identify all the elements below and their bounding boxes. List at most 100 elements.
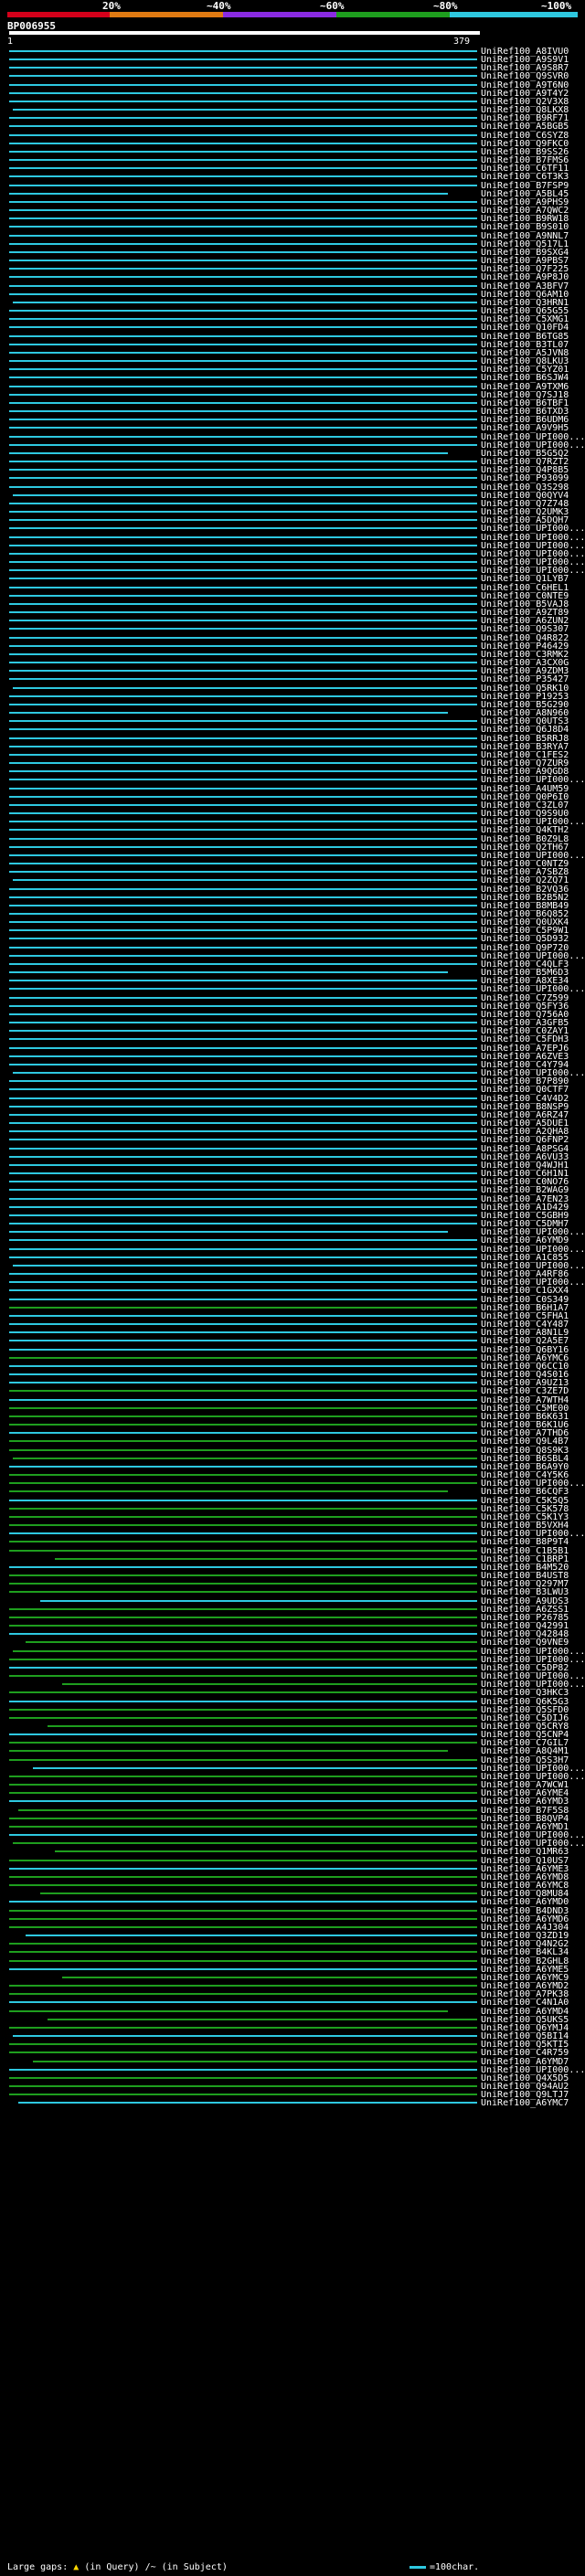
hit-bar[interactable] — [9, 1507, 477, 1510]
hit-bar[interactable] — [9, 1909, 477, 1912]
hit-bar[interactable] — [9, 343, 477, 345]
hit-bar[interactable] — [9, 1298, 477, 1300]
hit-bar[interactable] — [9, 284, 477, 287]
hit-bar[interactable] — [9, 1004, 477, 1007]
hit-bar[interactable] — [9, 602, 477, 605]
hit-bar[interactable] — [9, 1223, 477, 1225]
hit-bar[interactable] — [9, 1959, 477, 1962]
hit-bar[interactable] — [9, 1817, 477, 1819]
hit-bar[interactable] — [9, 451, 448, 454]
hit-bar[interactable] — [9, 803, 477, 806]
hit-bar[interactable] — [9, 1155, 477, 1158]
hit-bar[interactable] — [62, 1976, 477, 1978]
hit-bar[interactable] — [9, 1784, 477, 1786]
hit-bar[interactable] — [9, 929, 477, 932]
hit-bar[interactable] — [9, 1867, 477, 1870]
hit-bar[interactable] — [9, 1758, 477, 1761]
hit-bar[interactable] — [9, 1398, 477, 1401]
hit-bar[interactable] — [9, 1281, 477, 1284]
hit-bar[interactable] — [9, 519, 477, 522]
hit-bar[interactable] — [9, 2068, 477, 2071]
hit-bar[interactable] — [9, 209, 477, 212]
hit-bar[interactable] — [9, 678, 477, 681]
hit-bar[interactable] — [9, 837, 477, 840]
hit-bar[interactable] — [9, 1030, 477, 1033]
hit-bar[interactable] — [9, 226, 477, 228]
hit-bar[interactable] — [9, 644, 477, 647]
hit-bar[interactable] — [9, 360, 477, 363]
hit-bar[interactable] — [9, 1012, 477, 1015]
hit-bar[interactable] — [9, 376, 477, 379]
hit-bar[interactable] — [9, 2085, 477, 2088]
hit-bar[interactable] — [9, 1197, 477, 1200]
hit-bar[interactable] — [9, 2026, 477, 2029]
hit-bar[interactable] — [9, 502, 477, 504]
hit-bar[interactable] — [9, 443, 477, 446]
hit-bar[interactable] — [9, 1549, 477, 1552]
hit-bar[interactable] — [9, 1825, 477, 1828]
hit-bar[interactable] — [9, 1247, 477, 1250]
hit-bar[interactable] — [9, 912, 477, 915]
hit-bar[interactable] — [9, 1256, 477, 1258]
hit-bar[interactable] — [9, 260, 477, 262]
hit-bar[interactable] — [9, 477, 477, 480]
hit-bar[interactable] — [9, 276, 477, 279]
hit-bar[interactable] — [9, 1063, 477, 1065]
hit-bar[interactable] — [13, 301, 477, 303]
hit-bar[interactable] — [9, 628, 477, 631]
hit-bar[interactable] — [9, 1231, 448, 1234]
hit-bar[interactable] — [9, 552, 477, 555]
hit-bar[interactable] — [9, 1607, 477, 1610]
hit-bar[interactable] — [9, 1792, 477, 1795]
hit-bar[interactable] — [9, 1097, 477, 1099]
hit-bar[interactable] — [9, 1490, 448, 1493]
hit-bar[interactable] — [26, 1641, 477, 1644]
hit-bar[interactable] — [9, 938, 477, 940]
hit-bar[interactable] — [9, 1364, 477, 1367]
hit-bar[interactable] — [9, 250, 477, 253]
hit-bar[interactable] — [13, 686, 477, 689]
hit-bar[interactable] — [9, 535, 477, 538]
hit-bar[interactable] — [9, 1616, 477, 1618]
hit-bar[interactable] — [33, 2060, 477, 2062]
hit-bar[interactable] — [9, 427, 477, 429]
hit-bar[interactable] — [9, 569, 477, 572]
hit-label[interactable]: UniRef100_A6YMC7 — [481, 2099, 569, 2108]
hit-bar[interactable] — [9, 393, 477, 396]
hit-bar[interactable] — [9, 1901, 477, 1903]
hit-bar[interactable] — [13, 2035, 477, 2038]
hit-bar[interactable] — [9, 1130, 477, 1133]
hit-bar[interactable] — [9, 1742, 477, 1744]
hit-bar[interactable] — [9, 1239, 477, 1242]
hit-bar[interactable] — [9, 461, 477, 463]
hit-bar[interactable] — [9, 670, 477, 673]
hit-bar[interactable] — [9, 419, 477, 421]
hit-bar[interactable] — [9, 485, 477, 488]
hit-bar[interactable] — [9, 192, 448, 195]
hit-bar[interactable] — [9, 770, 477, 773]
hit-bar[interactable] — [9, 1205, 477, 1208]
hit-bar[interactable] — [9, 401, 477, 404]
hit-bar[interactable] — [9, 1917, 477, 1920]
hit-bar[interactable] — [9, 175, 477, 178]
hit-bar[interactable] — [9, 1875, 477, 1878]
hit-bar[interactable] — [9, 1189, 477, 1192]
hit-bar[interactable] — [9, 1340, 477, 1342]
hit-bar[interactable] — [9, 1088, 477, 1091]
hit-bar[interactable] — [9, 1348, 477, 1351]
hit-bar[interactable] — [9, 1708, 477, 1711]
hit-bar[interactable] — [48, 1725, 477, 1727]
hit-bar[interactable] — [9, 863, 477, 864]
hit-bar[interactable] — [9, 410, 477, 413]
hit-bar[interactable] — [9, 91, 477, 94]
hit-bar[interactable] — [48, 2018, 477, 2020]
hit-bar[interactable] — [9, 368, 477, 371]
hit-bar[interactable] — [9, 2009, 448, 2012]
hit-bar[interactable] — [9, 234, 477, 237]
hit-bar[interactable] — [9, 1022, 477, 1024]
hit-bar[interactable] — [9, 1440, 477, 1443]
hit-bar[interactable] — [9, 1775, 477, 1777]
hit-bar[interactable] — [9, 753, 477, 756]
hit-bar[interactable] — [13, 1457, 477, 1459]
hit-bar[interactable] — [9, 1289, 477, 1292]
